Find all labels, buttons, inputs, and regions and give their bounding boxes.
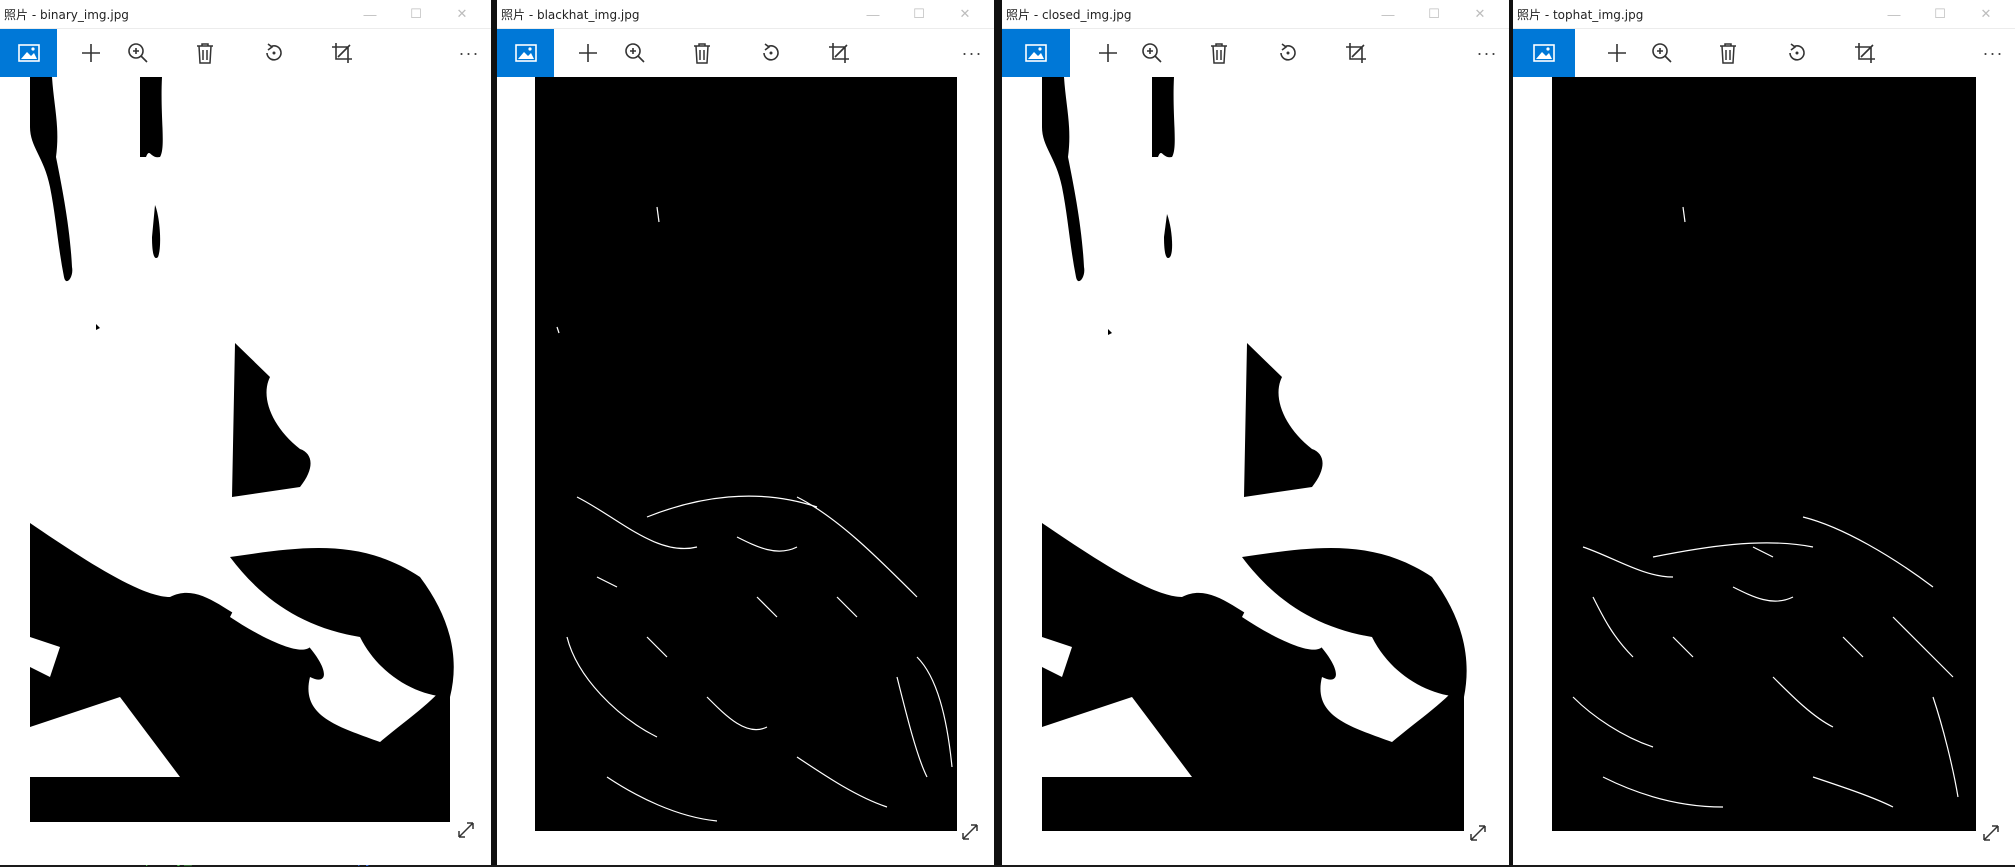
toolbar: ··· <box>0 29 491 77</box>
photos-app-icon[interactable] <box>0 29 57 77</box>
image-viewport <box>1513 77 2015 865</box>
more-icon[interactable]: ··· <box>453 37 485 69</box>
rotate-icon[interactable] <box>1272 37 1304 69</box>
rotate-icon[interactable] <box>1781 37 1813 69</box>
rotate-icon[interactable] <box>755 37 787 69</box>
add-icon[interactable] <box>75 37 107 69</box>
title-bar[interactable]: 照片 - binary_img.jpg — ☐ ✕ <box>0 0 491 29</box>
close-icon[interactable]: ✕ <box>942 0 988 28</box>
window-title: 照片 - tophat_img.jpg <box>1517 7 1644 22</box>
delete-icon[interactable] <box>1712 37 1744 69</box>
crop-icon[interactable] <box>326 37 358 69</box>
window-title: 照片 - closed_img.jpg <box>1006 7 1132 22</box>
close-icon[interactable]: ✕ <box>1963 0 2009 28</box>
rotate-icon[interactable] <box>258 37 290 69</box>
close-icon[interactable]: ✕ <box>1457 0 1503 28</box>
image-viewport <box>0 77 491 865</box>
tophat-image <box>1513 77 2015 865</box>
title-bar[interactable]: 照片 - tophat_img.jpg — ☐ ✕ <box>1513 0 2015 29</box>
maximize-icon[interactable]: ☐ <box>393 0 439 28</box>
image-viewport <box>497 77 994 865</box>
maximize-icon[interactable]: ☐ <box>1411 0 1457 28</box>
minimize-icon[interactable]: — <box>1871 0 1917 28</box>
delete-icon[interactable] <box>189 37 221 69</box>
add-icon[interactable] <box>1092 37 1124 69</box>
photos-app-icon[interactable] <box>1513 29 1575 77</box>
binary-image <box>0 77 491 865</box>
expand-icon[interactable] <box>455 819 477 841</box>
more-icon[interactable]: ··· <box>956 37 988 69</box>
minimize-icon[interactable]: — <box>1365 0 1411 28</box>
window-title: 照片 - binary_img.jpg <box>4 7 129 22</box>
photo-window-tophat[interactable]: 照片 - tophat_img.jpg — ☐ ✕ ··· <box>1513 0 2015 865</box>
photo-window-blackhat[interactable]: 照片 - blackhat_img.jpg — ☐ ✕ ··· <box>497 0 994 865</box>
delete-icon[interactable] <box>1203 37 1235 69</box>
zoom-in-icon[interactable] <box>1646 37 1678 69</box>
more-icon[interactable]: ··· <box>1471 37 1503 69</box>
minimize-icon[interactable]: — <box>347 0 393 28</box>
expand-icon[interactable] <box>959 821 981 843</box>
toolbar: ··· <box>1513 29 2015 77</box>
maximize-icon[interactable]: ☐ <box>1917 0 1963 28</box>
crop-icon[interactable] <box>1340 37 1372 69</box>
add-icon[interactable] <box>1601 37 1633 69</box>
image-viewport <box>1002 77 1509 865</box>
toolbar: ··· <box>497 29 994 77</box>
title-bar[interactable]: 照片 - closed_img.jpg — ☐ ✕ <box>1002 0 1509 29</box>
toolbar: ··· <box>1002 29 1509 77</box>
more-icon[interactable]: ··· <box>1977 37 2009 69</box>
add-icon[interactable] <box>572 37 604 69</box>
maximize-icon[interactable]: ☐ <box>896 0 942 28</box>
zoom-in-icon[interactable] <box>619 37 651 69</box>
closed-image <box>1002 77 1509 865</box>
title-bar[interactable]: 照片 - blackhat_img.jpg — ☐ ✕ <box>497 0 994 29</box>
photo-window-binary[interactable]: 照片 - binary_img.jpg — ☐ ✕ ··· <box>0 0 491 865</box>
crop-icon[interactable] <box>823 37 855 69</box>
zoom-in-icon[interactable] <box>1136 37 1168 69</box>
close-icon[interactable]: ✕ <box>439 0 485 28</box>
expand-icon[interactable] <box>1980 822 2002 844</box>
expand-icon[interactable] <box>1467 822 1489 844</box>
photo-window-closed[interactable]: 照片 - closed_img.jpg — ☐ ✕ ··· <box>1002 0 1509 865</box>
crop-icon[interactable] <box>1849 37 1881 69</box>
zoom-in-icon[interactable] <box>122 37 154 69</box>
photos-app-icon[interactable] <box>497 29 554 77</box>
window-title: 照片 - blackhat_img.jpg <box>501 7 640 22</box>
minimize-icon[interactable]: — <box>850 0 896 28</box>
blackhat-image <box>497 77 994 865</box>
delete-icon[interactable] <box>686 37 718 69</box>
photos-app-icon[interactable] <box>1002 29 1070 77</box>
